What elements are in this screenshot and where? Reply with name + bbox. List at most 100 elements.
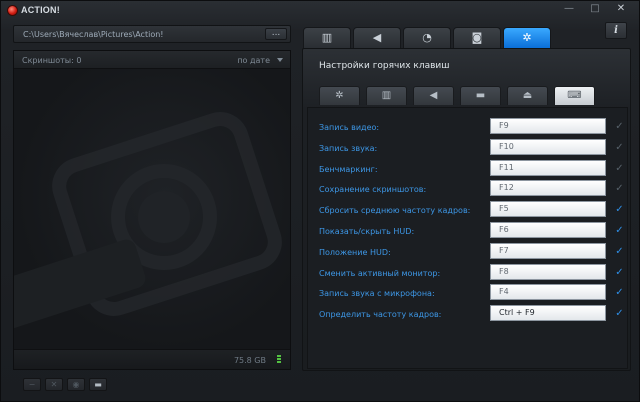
close-icon: ✕ bbox=[50, 380, 58, 389]
settings-panel: Настройки горячих клавиш ✲ ▥ ◀ ▬ ⏏ ⌨ Запись в… bbox=[302, 48, 631, 371]
maximize-button[interactable]: □ bbox=[589, 3, 601, 15]
tab-audio[interactable]: ◀ bbox=[353, 27, 401, 48]
tab-settings[interactable]: ✲ bbox=[503, 27, 551, 48]
settings-subtabs: ✲ ▥ ◀ ▬ ⏏ ⌨ bbox=[319, 86, 595, 105]
save-path-field[interactable]: C:\Users\Вячеслав\Pictures\Action! ... bbox=[13, 25, 291, 43]
sort-dropdown[interactable]: по дате bbox=[237, 56, 270, 65]
keyboard-icon: ⌨ bbox=[567, 90, 582, 101]
stopwatch-icon: ◔ bbox=[422, 31, 432, 44]
screenshots-panel: Скриншоты: 0 по дате 75.8 GB bbox=[13, 50, 291, 370]
eye-icon: ◉ bbox=[72, 380, 80, 389]
subtab-video[interactable]: ▥ bbox=[366, 86, 407, 105]
hotkey-label: Сбросить среднюю частоту кадров: bbox=[319, 206, 471, 216]
browse-button[interactable]: ... bbox=[265, 28, 287, 40]
camera-watermark-icon bbox=[14, 112, 282, 329]
view-button[interactable]: ◉ bbox=[67, 378, 85, 391]
tab-video[interactable]: ▥ bbox=[303, 27, 351, 48]
hotkey-label: Показать/скрыть HUD: bbox=[319, 227, 415, 236]
hotkey-enabled-checkbox[interactable]: ✓ bbox=[614, 225, 625, 236]
hotkey-field[interactable]: F11 bbox=[490, 159, 606, 176]
gear-icon: ✲ bbox=[522, 31, 532, 44]
checkmark-icon: ✓ bbox=[615, 308, 624, 320]
open-folder-button[interactable]: ▬ bbox=[89, 378, 107, 391]
subtab-audio[interactable]: ◀ bbox=[413, 86, 454, 105]
checkmark-icon: ✓ bbox=[615, 121, 624, 132]
info-button[interactable]: i bbox=[605, 22, 627, 39]
film-icon: ▥ bbox=[321, 31, 333, 44]
subtab-upload[interactable]: ⏏ bbox=[507, 86, 548, 105]
hotkey-field[interactable]: F6 bbox=[490, 222, 606, 238]
delete-button[interactable]: − bbox=[23, 378, 41, 391]
subtab-hotkeys[interactable]: ⌨ bbox=[554, 86, 595, 105]
hotkey-field[interactable]: F4 bbox=[490, 284, 606, 301]
checkmark-icon: ✓ bbox=[615, 287, 624, 299]
chevron-down-icon[interactable] bbox=[277, 58, 283, 62]
folder-icon: ▬ bbox=[94, 380, 102, 389]
minus-icon: − bbox=[28, 380, 36, 389]
section-title: Настройки горячих клавиш bbox=[319, 61, 450, 71]
gear-icon: ✲ bbox=[335, 90, 344, 101]
subtab-monitor[interactable]: ▬ bbox=[460, 86, 501, 105]
hotkey-row: Показать/скрыть HUD: F6 ✓ bbox=[308, 222, 627, 240]
hotkey-enabled-checkbox[interactable]: ✓ bbox=[614, 163, 625, 174]
hotkey-row: Запись звука с микрофона: F4 ✓ bbox=[308, 284, 627, 302]
upload-icon: ⏏ bbox=[522, 90, 533, 101]
hotkey-row: Определить частоту кадров: Ctrl + F9 ✓ bbox=[308, 305, 627, 323]
hotkey-field[interactable]: F5 bbox=[490, 201, 606, 218]
disk-free-space: 75.8 GB bbox=[233, 356, 266, 365]
tab-screenshots[interactable]: ◙ bbox=[453, 27, 501, 48]
app-title: ACTION! bbox=[21, 5, 60, 15]
checkmark-icon: ✓ bbox=[615, 225, 624, 236]
hotkey-row: Запись видео: F9 ✓ bbox=[308, 118, 627, 136]
screenshots-count: Скриншоты: 0 bbox=[22, 56, 82, 65]
main-tabs: ▥ ◀ ◔ ◙ ✲ bbox=[303, 27, 551, 48]
hotkey-row: Положение HUD: F7 ✓ bbox=[308, 242, 627, 261]
hotkey-label: Запись звука: bbox=[319, 143, 378, 153]
hotkey-field[interactable]: F9 bbox=[490, 118, 606, 134]
hotkey-field[interactable]: F10 bbox=[490, 138, 606, 155]
checkmark-icon: ✓ bbox=[615, 183, 624, 195]
close-button[interactable]: ✕ bbox=[615, 3, 627, 15]
speaker-icon: ◀ bbox=[429, 90, 438, 101]
hotkey-enabled-checkbox[interactable]: ✓ bbox=[614, 183, 625, 194]
hotkey-field[interactable]: F7 bbox=[490, 242, 606, 259]
disk-space-icon bbox=[277, 355, 281, 364]
hotkey-enabled-checkbox[interactable]: ✓ bbox=[614, 267, 625, 278]
hotkeys-list: Запись видео: F9 ✓ Запись звука: F10 ✓ Бенчмар… bbox=[307, 107, 628, 369]
film-icon: ▥ bbox=[381, 90, 392, 101]
screenshots-footer: 75.8 GB bbox=[14, 349, 290, 369]
minimize-button[interactable]: — bbox=[563, 3, 575, 15]
hotkey-enabled-checkbox[interactable]: ✓ bbox=[614, 142, 625, 153]
screenshot-actions: − ✕ ◉ ▬ bbox=[23, 378, 107, 391]
hotkey-enabled-checkbox[interactable]: ✓ bbox=[614, 246, 625, 257]
maximize-icon: □ bbox=[590, 3, 600, 14]
screenshots-list[interactable] bbox=[14, 69, 290, 351]
hotkey-field[interactable]: F12 bbox=[490, 180, 606, 197]
monitor-icon: ▬ bbox=[475, 90, 486, 101]
hotkey-enabled-checkbox[interactable]: ✓ bbox=[614, 204, 625, 215]
hotkey-field[interactable]: F8 bbox=[490, 263, 606, 280]
hotkey-label: Сохранение скриншотов: bbox=[319, 185, 427, 195]
window-controls: — □ ✕ bbox=[563, 3, 627, 15]
app-window: ACTION! — □ ✕ C:\Users\Вячеслав\Pictures\A… bbox=[0, 0, 640, 402]
checkmark-icon: ✓ bbox=[615, 141, 624, 153]
hotkey-label: Запись видео: bbox=[319, 123, 380, 132]
hotkey-label: Бенчмаркинг: bbox=[319, 164, 378, 174]
close-icon: ✕ bbox=[616, 3, 626, 14]
subtab-general[interactable]: ✲ bbox=[319, 86, 360, 105]
speaker-icon: ◀ bbox=[372, 31, 382, 44]
hotkey-label: Определить частоту кадров: bbox=[319, 310, 442, 320]
hotkey-enabled-checkbox[interactable]: ✓ bbox=[614, 308, 625, 319]
hotkey-row: Бенчмаркинг: F11 ✓ bbox=[308, 159, 627, 178]
checkmark-icon: ✓ bbox=[615, 204, 624, 216]
remove-button[interactable]: ✕ bbox=[45, 378, 63, 391]
hotkey-enabled-checkbox[interactable]: ✓ bbox=[614, 287, 625, 298]
hotkey-enabled-checkbox[interactable]: ✓ bbox=[614, 121, 625, 132]
checkmark-icon: ✓ bbox=[615, 266, 624, 278]
checkmark-icon: ✓ bbox=[615, 162, 624, 174]
tab-benchmark[interactable]: ◔ bbox=[403, 27, 451, 48]
hotkey-field[interactable]: Ctrl + F9 bbox=[490, 305, 606, 322]
hotkey-label: Положение HUD: bbox=[319, 247, 391, 257]
screenshots-header: Скриншоты: 0 по дате bbox=[14, 51, 290, 69]
save-path-text: C:\Users\Вячеслав\Pictures\Action! bbox=[23, 30, 164, 39]
